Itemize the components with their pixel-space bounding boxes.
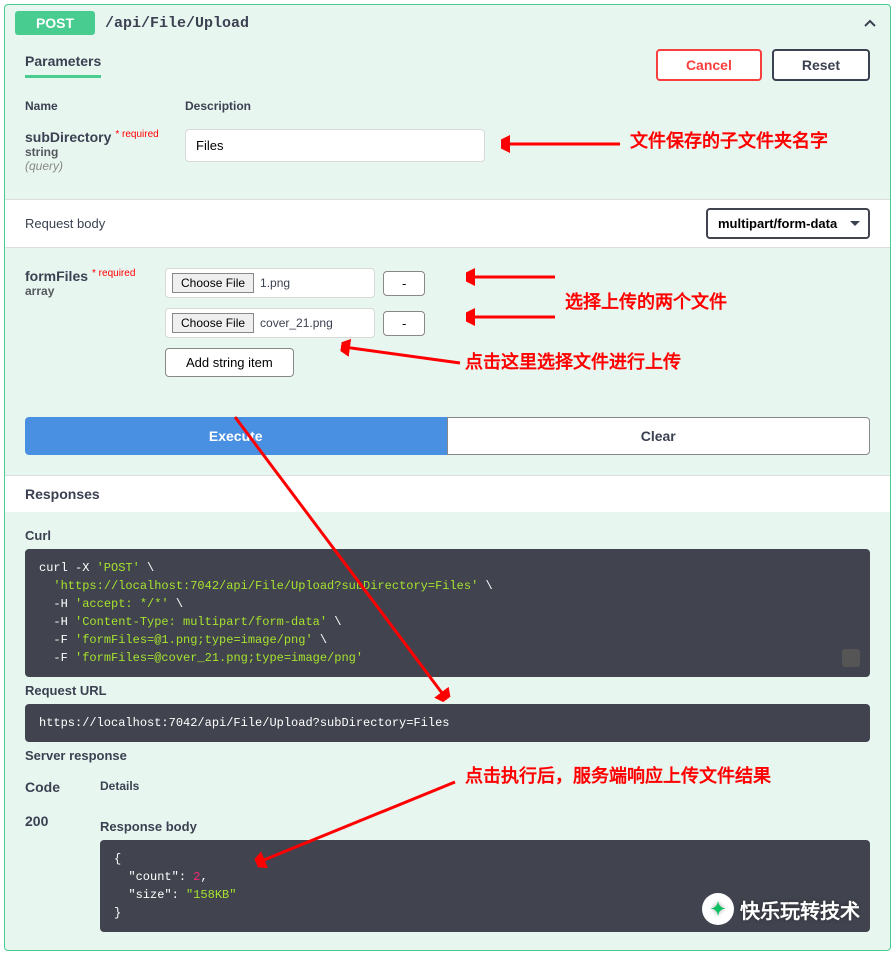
add-string-item-button[interactable]: Add string item [165,348,294,377]
content-type-select[interactable]: multipart/form-data [706,208,870,239]
request-body-bar: Request body multipart/form-data [5,199,890,248]
request-url-block: https://localhost:7042/api/File/Upload?s… [25,704,870,742]
remove-file-button-1[interactable]: - [383,311,425,336]
responses-title: Responses [5,475,890,512]
copy-icon[interactable] [842,649,860,667]
choose-file-button[interactable]: Choose File [172,313,254,333]
endpoint-path: /api/File/Upload [105,15,860,32]
reset-button[interactable]: Reset [772,49,870,81]
file-name-0: 1.png [260,276,290,290]
required-marker: * required [111,129,158,140]
file-name-1: cover_21.png [260,316,333,330]
request-body-title: Request body [25,216,105,231]
clear-button[interactable]: Clear [447,417,871,455]
wechat-icon: ✦ [702,893,734,925]
annotation-files: 选择上传的两个文件 [565,288,727,314]
request-url-label: Request URL [25,683,870,698]
remove-file-button-0[interactable]: - [383,271,425,296]
param-name-header: Name [25,99,185,113]
param-formfiles-type: array [25,284,165,298]
parameters-header: Parameters Cancel Reset [5,41,890,89]
param-subdir-in: (query) [25,159,185,173]
execute-button[interactable]: Execute [25,417,447,455]
param-subdir-name: subDirectory [25,129,111,145]
file-input-1[interactable]: Choose File cover_21.png [165,308,375,338]
annotation-response: 点击执行后，服务端响应上传文件结果 [465,762,771,788]
resp-code-header: Code [25,779,100,795]
subdirectory-input[interactable] [185,129,485,162]
cancel-button[interactable]: Cancel [656,49,762,81]
param-formfiles-name: formFiles [25,268,88,284]
curl-label: Curl [25,528,870,543]
method-badge: POST [15,11,95,35]
watermark: ✦ 快乐玩转技术 [702,893,860,925]
parameters-title: Parameters [25,53,101,78]
param-subdir-type: string [25,145,185,159]
resp-code-200: 200 [25,813,100,829]
choose-file-button[interactable]: Choose File [172,273,254,293]
annotation-subdir: 文件保存的子文件夹名字 [630,127,828,153]
endpoint-header[interactable]: POST /api/File/Upload [5,5,890,41]
curl-block: curl -X 'POST' \ 'https://localhost:7042… [25,549,870,677]
chevron-up-icon [860,13,880,33]
server-response-label: Server response [25,748,870,763]
file-input-0[interactable]: Choose File 1.png [165,268,375,298]
required-marker: * required [88,268,135,279]
annotation-add: 点击这里选择文件进行上传 [465,348,681,374]
param-desc-header: Description [185,99,870,113]
response-body-label: Response body [100,819,870,834]
